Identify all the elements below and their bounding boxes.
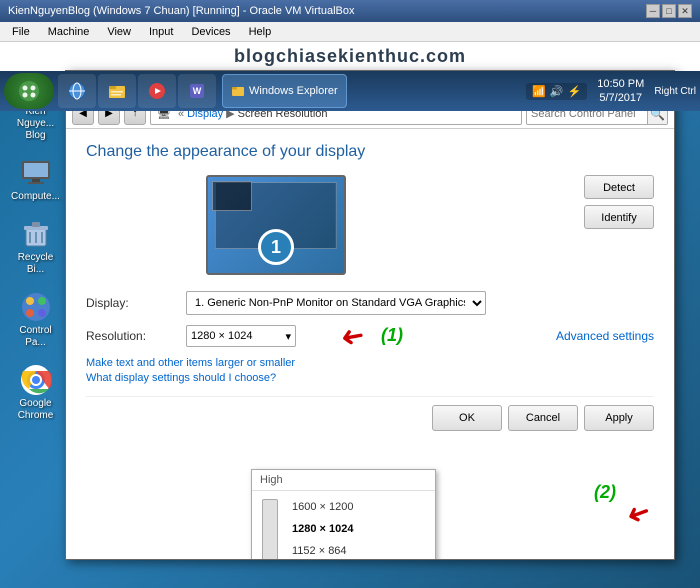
win7-desktop: blogchiasekienthuc.com K Kien Nguye... B… — [0, 42, 700, 588]
vbox-minimize-button[interactable]: ─ — [646, 4, 660, 18]
res-slider-area: 1600 × 1200 1280 × 1024 1152 × 864 1024 … — [252, 491, 435, 559]
chrome-label: Google Chrome — [8, 398, 63, 422]
start-button[interactable] — [4, 73, 54, 109]
recycle-label: Recycle Bi... — [8, 252, 63, 276]
right-ctrl-label: Right Ctrl — [654, 86, 696, 97]
resolution-value: 1280 × 1024 — [191, 330, 252, 342]
make-text-link[interactable]: Make text and other items larger or smal… — [86, 357, 654, 369]
resolution-popup: High 1600 × 1200 1280 × 1024 1152 × 864 … — [251, 469, 436, 559]
annotation-arrow-2: ➜ — [622, 495, 655, 534]
display-dropdown[interactable]: 1. Generic Non-PnP Monitor on Standard V… — [186, 291, 486, 315]
resolution-label: Resolution: — [86, 329, 186, 343]
advanced-settings-link[interactable]: Advanced settings — [556, 329, 654, 343]
blog-header: blogchiasekienthuc.com — [0, 42, 700, 71]
monitor-number-badge: 1 — [258, 229, 294, 265]
desktop-icon-computer[interactable]: Compute... — [8, 157, 63, 203]
resolution-dropdown[interactable]: 1280 × 1024 ▾ — [186, 325, 296, 347]
taskbar-windows-explorer-app[interactable]: Windows Explorer — [222, 74, 347, 108]
folder-icon — [231, 84, 245, 98]
vbox-menu-help[interactable]: Help — [241, 24, 280, 40]
desktop-icon-chrome[interactable]: Google Chrome — [8, 364, 63, 422]
svg-text:W: W — [193, 86, 202, 96]
clock-area[interactable]: 10:50 PM 5/7/2017 — [597, 77, 644, 106]
taskbar-explorer-button[interactable] — [98, 74, 136, 108]
vbox-close-button[interactable]: ✕ — [678, 4, 692, 18]
vbox-menu-machine[interactable]: Machine — [40, 24, 98, 40]
annotation-label-2: (2) — [594, 482, 616, 503]
ie-icon — [67, 81, 87, 101]
system-tray: 📶 🔊 ⚡ — [526, 83, 587, 100]
high-label: High — [260, 474, 283, 486]
vbox-menubar: File Machine View Input Devices Help — [0, 22, 700, 42]
res-option-0[interactable]: 1600 × 1200 — [286, 497, 429, 517]
resolution-settings-row: Resolution: 1280 × 1024 ▾ ➜ (1) Advanced… — [86, 325, 654, 347]
taskbar: W Windows Explorer 📶 🔊 ⚡ — [0, 71, 700, 111]
detect-button[interactable]: Detect — [584, 175, 654, 199]
what-display-link[interactable]: What display settings should I choose? — [86, 372, 654, 384]
vbox-menu-devices[interactable]: Devices — [183, 24, 238, 40]
vbox-menu-input[interactable]: Input — [141, 24, 181, 40]
windows-explorer-label: Windows Explorer — [249, 85, 338, 97]
desktop-icons: K Kien Nguye... Blog Compute.. — [8, 72, 63, 422]
screen-resolution-window: Screen Resolution ─ □ ✕ ◀ ▶ ↑ 🖥 « — [65, 70, 675, 560]
detect-identify-buttons: Detect Identify — [584, 175, 654, 229]
cp-content: Change the appearance of your display 1 … — [66, 129, 674, 559]
desktop-icon-recycle[interactable]: Recycle Bi... — [8, 218, 63, 276]
recycle-icon — [20, 218, 52, 250]
monitor-icon-overlay — [212, 181, 252, 211]
clock-date: 5/7/2017 — [599, 91, 642, 105]
tray-sound-icon: 🔊 — [550, 85, 564, 98]
computer-icon — [20, 157, 52, 189]
control-panel-label: Control Pa... — [8, 325, 63, 349]
clock-time: 10:50 PM — [597, 77, 644, 91]
tray-network-icon: 📶 — [532, 85, 546, 98]
vbox-window-controls: ─ □ ✕ — [646, 4, 692, 18]
cp-bottom-links: Make text and other items larger or smal… — [86, 357, 654, 384]
vbox-window: KienNguyenBlog (Windows 7 Chuan) [Runnin… — [0, 0, 700, 588]
res-options: 1600 × 1200 1280 × 1024 1152 × 864 1024 … — [286, 497, 429, 559]
control-panel-icon — [20, 291, 52, 323]
annotation-label-1: (1) — [381, 325, 403, 346]
monitor-area: 1 Detect Identify — [86, 175, 654, 275]
res-slider-track — [262, 499, 278, 559]
desktop-icon-control[interactable]: Control Pa... — [8, 291, 63, 349]
display-label: Display: — [86, 296, 186, 310]
vbox-title-text: KienNguyenBlog (Windows 7 Chuan) [Runnin… — [8, 5, 354, 17]
res-option-2[interactable]: 1152 × 864 — [286, 541, 429, 559]
computer-label: Compute... — [11, 191, 60, 203]
cp-page-title: Change the appearance of your display — [86, 143, 654, 161]
chrome-icon — [20, 364, 52, 396]
taskbar-right: 📶 🔊 ⚡ 10:50 PM 5/7/2017 Right Ctrl — [526, 77, 696, 106]
vbox-menu-view[interactable]: View — [99, 24, 139, 40]
identify-button[interactable]: Identify — [584, 205, 654, 229]
taskbar-ie-button[interactable] — [58, 74, 96, 108]
taskbar-extra-button[interactable]: W — [178, 74, 216, 108]
cancel-button[interactable]: Cancel — [508, 405, 578, 431]
extra-icon: W — [187, 81, 207, 101]
vbox-titlebar: KienNguyenBlog (Windows 7 Chuan) [Runnin… — [0, 0, 700, 22]
media-icon — [147, 81, 167, 101]
display-control: 1. Generic Non-PnP Monitor on Standard V… — [186, 291, 654, 315]
res-popup-header: High — [252, 470, 435, 491]
guest-area: blogchiasekienthuc.com K Kien Nguye... B… — [0, 42, 700, 588]
dialog-buttons-row: OK Cancel Apply — [86, 396, 654, 431]
start-icon — [17, 79, 41, 103]
taskbar-pinned-apps: W — [58, 74, 216, 108]
resolution-control: 1280 × 1024 ▾ — [186, 325, 556, 347]
kien-label: Kien Nguye... Blog — [8, 106, 63, 142]
apply-button[interactable]: Apply — [584, 405, 654, 431]
explorer-icon — [107, 81, 127, 101]
dropdown-arrow-icon: ▾ — [285, 330, 291, 343]
res-option-1[interactable]: 1280 × 1024 — [286, 519, 429, 539]
ok-button[interactable]: OK — [432, 405, 502, 431]
monitor-preview: 1 — [206, 175, 346, 275]
taskbar-media-button[interactable] — [138, 74, 176, 108]
vbox-maximize-button[interactable]: □ — [662, 4, 676, 18]
tray-power-icon: ⚡ — [568, 85, 582, 98]
vbox-menu-file[interactable]: File — [4, 24, 38, 40]
display-settings-row: Display: 1. Generic Non-PnP Monitor on S… — [86, 291, 654, 315]
